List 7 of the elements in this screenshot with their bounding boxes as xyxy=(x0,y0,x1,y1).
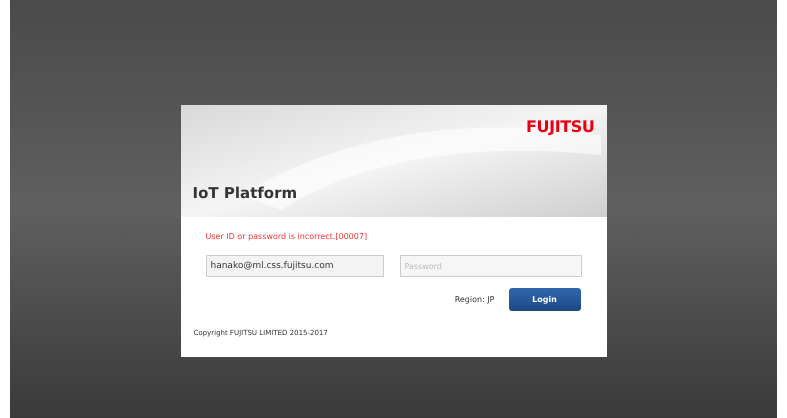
app-title: IoT Platform xyxy=(192,186,298,201)
login-button[interactable]: Login xyxy=(508,288,580,311)
region-label: Region: JP xyxy=(454,294,494,306)
password-field[interactable]: Password xyxy=(400,255,582,277)
fujitsu-logo: FUJITSU xyxy=(526,119,594,135)
user-id-field[interactable]: hanako@ml.css.fujitsu.com xyxy=(206,255,384,277)
error-message: User ID or password is incorrect.[00007] xyxy=(206,233,368,241)
